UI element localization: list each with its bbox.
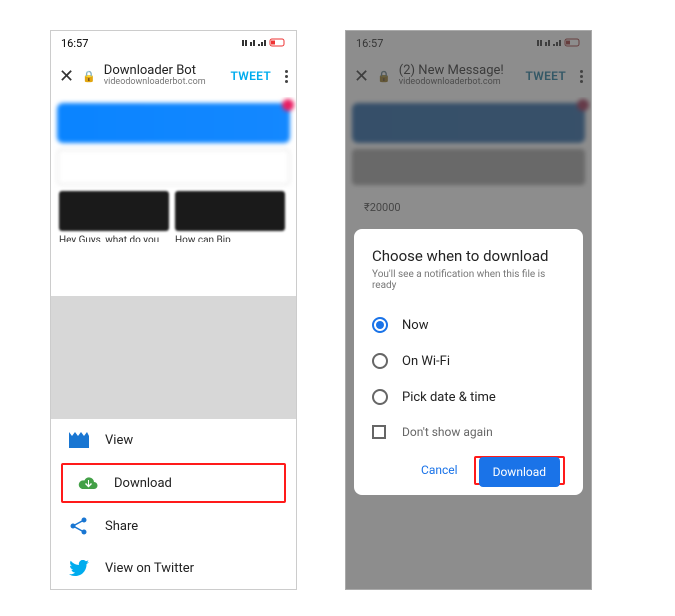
radio-icon (372, 317, 388, 333)
status-time: 16:57 (61, 37, 88, 50)
thumbnail[interactable] (59, 191, 169, 231)
radio-label: Now (402, 318, 428, 333)
sheet-view-twitter[interactable]: View on Twitter (51, 547, 296, 589)
lock-icon: 🔒 (82, 70, 96, 83)
radio-label: Pick date & time (402, 390, 496, 405)
sheet-label: View on Twitter (105, 561, 194, 576)
action-sheet: View Download Share View on Twitter (51, 419, 296, 589)
close-icon[interactable]: ✕ (59, 66, 74, 87)
dialog-actions: Cancel Download (372, 455, 565, 485)
clapper-icon (69, 430, 89, 450)
browser-header: ✕ 🔒 Downloader Bot videodownloaderbot.co… (51, 55, 296, 97)
sheet-download[interactable]: Download (61, 463, 286, 503)
radio-option-wifi[interactable]: On Wi-Fi (372, 343, 565, 379)
radio-icon (372, 389, 388, 405)
thumbnail[interactable] (175, 191, 285, 231)
download-dialog: Choose when to download You'll see a not… (354, 229, 583, 495)
radio-icon (372, 353, 388, 369)
share-icon (69, 516, 89, 536)
left-phone: 16:57 ✕ 🔒 Downloader Bot videodownloader… (50, 30, 297, 590)
cancel-button[interactable]: Cancel (417, 455, 462, 485)
dialog-subtitle: You'll see a notification when this file… (372, 269, 565, 291)
checkbox-label: Don't show again (402, 425, 493, 439)
radio-option-now[interactable]: Now (372, 307, 565, 343)
dialog-title: Choose when to download (372, 247, 565, 265)
sheet-view[interactable]: View (51, 419, 296, 461)
highlight-box: Download (474, 456, 565, 485)
right-phone: 16:57 ✕ 🔒 (2) New Message! videodownload… (345, 30, 592, 590)
cloud-download-icon (78, 473, 98, 493)
dont-show-checkbox[interactable]: Don't show again (372, 415, 565, 455)
page-title: Downloader Bot (104, 64, 223, 78)
download-button[interactable]: Download (479, 457, 560, 487)
tweet-button[interactable]: TWEET (230, 69, 271, 83)
more-icon[interactable] (285, 70, 288, 83)
page-body (51, 296, 296, 429)
sheet-label: View (105, 433, 133, 448)
status-bar: 16:57 (51, 31, 296, 55)
radio-option-pick[interactable]: Pick date & time (372, 379, 565, 415)
radio-label: On Wi-Fi (402, 354, 450, 369)
sheet-label: Share (105, 519, 138, 534)
thumbnail-caption: Hey Guys, what do you think about the ne… (59, 235, 169, 242)
page-url: videodownloaderbot.com (104, 78, 223, 88)
twitter-icon (69, 558, 89, 578)
status-icons (242, 38, 286, 48)
blurred-content: Hey Guys, what do you think about the ne… (51, 97, 296, 242)
sheet-share[interactable]: Share (51, 505, 296, 547)
sheet-label: Download (114, 476, 172, 491)
thumbnail-caption: How can Bjp compromise the... (175, 235, 285, 242)
checkbox-icon (372, 425, 386, 439)
